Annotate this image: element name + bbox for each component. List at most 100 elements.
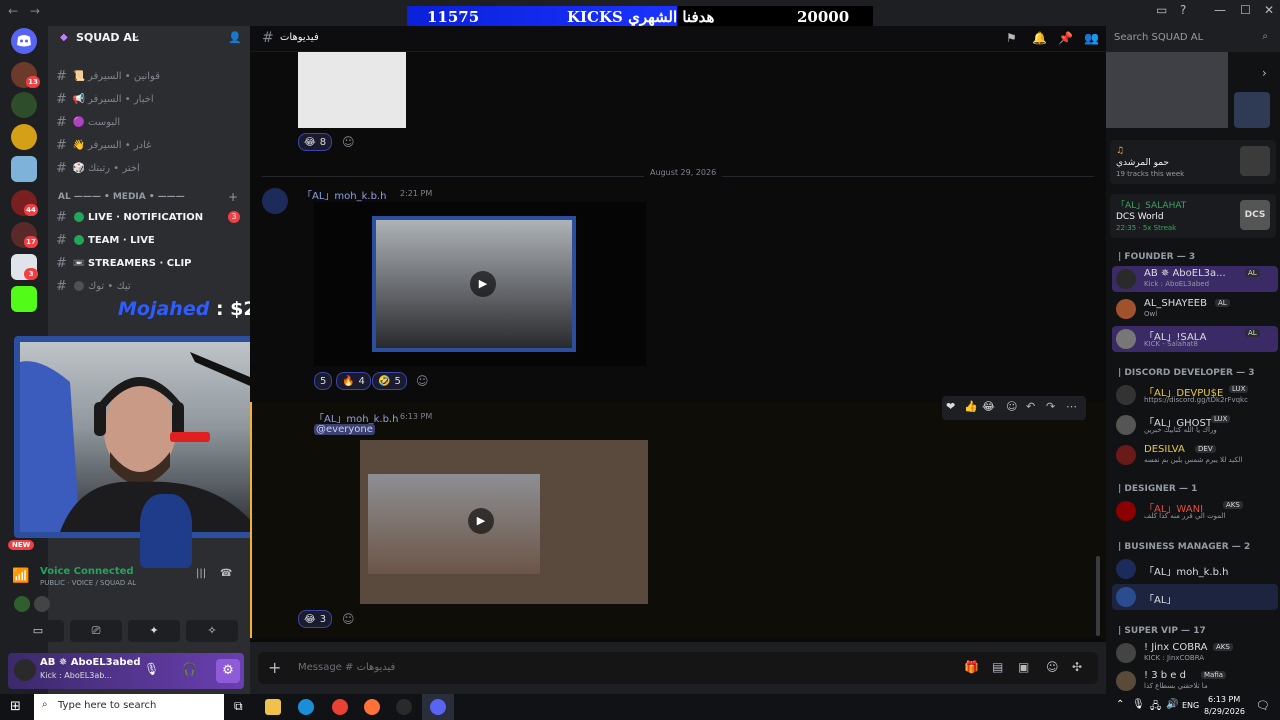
member-item[interactable]: DESILVA DEV الكيد للا يبرم شمس يلين بم نفس…	[1112, 442, 1278, 468]
server-icon[interactable]	[11, 124, 37, 150]
soundboard-button[interactable]: ✧	[186, 620, 238, 642]
channel-item[interactable]: # 🎲 اختر • رتبتك	[56, 158, 246, 178]
emoji-icon[interactable]: ☺	[1046, 660, 1059, 674]
reply-icon[interactable]: ↶	[1026, 400, 1035, 413]
add-channel-icon[interactable]: +	[228, 190, 238, 204]
threads-icon[interactable]: ⚑	[1006, 31, 1017, 45]
forward-icon[interactable]: →	[30, 4, 40, 18]
laugh-reaction-icon[interactable]: 😂	[982, 400, 995, 413]
channel-item[interactable]: # 👋 غادر • السيرفر	[56, 135, 246, 155]
task-view-icon[interactable]: ⧉	[234, 699, 243, 714]
add-reaction-icon[interactable]: ☺	[342, 135, 355, 149]
maximize-icon[interactable]: ☐	[1240, 3, 1251, 17]
message-author[interactable]: 「AL」moh_k.b.h	[302, 187, 386, 202]
headphones-icon[interactable]: 🎧	[182, 662, 197, 676]
thumbs-up-reaction-icon[interactable]: 👍	[964, 400, 978, 413]
clock-date[interactable]: 8/29/2026	[1204, 707, 1245, 716]
member-item[interactable]: 「AL」DEVPU$E LUX https://discord.gg/tDk2rFv…	[1112, 382, 1278, 408]
voice-user-avatar[interactable]	[34, 596, 50, 612]
member-item[interactable]: 「AL」!SALA AL KICK - Salahat8	[1112, 326, 1278, 352]
activities-button[interactable]: ✦	[128, 620, 180, 642]
help-icon[interactable]: ?	[1180, 3, 1186, 17]
notification-bell-icon[interactable]: 🔔	[1032, 31, 1047, 45]
member-item[interactable]: AB ✵ AboEL3a... AL Kick : AboEL3abed	[1112, 266, 1278, 292]
volume-icon[interactable]: 🔊	[1166, 699, 1178, 710]
channel-item[interactable]: # TEAM · LIVE	[56, 230, 246, 250]
more-options-icon[interactable]: ⋯	[1066, 400, 1077, 413]
settings-gear-icon[interactable]: ⚙	[216, 659, 240, 683]
gift-icon[interactable]: 🎁	[964, 660, 979, 674]
disconnect-icon[interactable]: ☎	[220, 568, 232, 579]
role-header[interactable]: | BUSINESS MANAGER — 2	[1118, 542, 1250, 552]
everyone-mention[interactable]: @everyone	[314, 424, 375, 435]
pin-icon[interactable]: 📌	[1058, 31, 1073, 45]
search-input[interactable]: Search SQUAD AL ⌕	[1110, 29, 1274, 47]
forward-icon[interactable]: ↷	[1046, 400, 1055, 413]
add-reaction-icon[interactable]: ☺	[416, 374, 429, 388]
user-name[interactable]: AB ✵ AboEL3abed	[40, 657, 140, 668]
add-reaction-icon[interactable]: ☺	[1006, 400, 1017, 413]
tray-chevron-icon[interactable]: ⌃	[1116, 699, 1124, 710]
camera-off-button[interactable]: ▭	[12, 620, 64, 642]
heart-reaction-icon[interactable]: ❤	[946, 400, 955, 413]
channel-item[interactable]: # 📢 اخبار • السيرفر	[56, 89, 246, 109]
firefox-icon[interactable]	[364, 699, 380, 715]
chevron-right-icon[interactable]: ›	[1262, 66, 1267, 80]
discord-home-icon[interactable]	[11, 28, 37, 54]
reaction-chip[interactable]: 🤣 5	[372, 372, 407, 390]
apps-icon[interactable]: ✣	[1072, 660, 1082, 674]
gif-icon[interactable]: ▤	[992, 660, 1003, 674]
discord-taskbar-button[interactable]	[422, 694, 454, 720]
role-header[interactable]: | FOUNDER — 3	[1118, 252, 1195, 262]
member-item[interactable]: 「AL」WANI AKS الموت الي قرر منه كذا كلف	[1112, 498, 1278, 524]
edge-icon[interactable]	[298, 699, 314, 715]
obs-icon[interactable]	[396, 699, 412, 715]
file-explorer-icon[interactable]	[265, 699, 281, 715]
author-avatar[interactable]	[262, 188, 288, 214]
clock-time[interactable]: 6:13 PM	[1208, 695, 1240, 704]
role-header[interactable]: | DESIGNER — 1	[1118, 484, 1197, 494]
sticker-icon[interactable]: ▣	[1018, 660, 1029, 674]
server-header[interactable]: ◆ SQUAD AL ⌄ 👤	[48, 26, 250, 50]
screen-share-button[interactable]: ⎚	[70, 620, 122, 642]
media-category[interactable]: AL ——— • MEDIA • ———	[58, 192, 185, 202]
channel-item[interactable]: # 📜 قوانين • السيرفر	[56, 66, 246, 86]
add-member-icon[interactable]: 👤	[228, 31, 242, 44]
language-indicator[interactable]: ENG	[1182, 701, 1199, 710]
activity-card[interactable]: 「AL」SALAHAT DCS World 22:35 · 5x Streak …	[1110, 194, 1276, 238]
role-header[interactable]: | SUPER VIP — 17	[1118, 626, 1206, 636]
back-icon[interactable]: ←	[8, 4, 18, 18]
chrome-icon[interactable]	[332, 699, 348, 715]
server-icon[interactable]	[11, 92, 37, 118]
kick-server-icon[interactable]	[11, 286, 37, 312]
taskbar-search-input[interactable]: ⌕ Type here to search	[34, 694, 224, 720]
minimize-icon[interactable]: —	[1214, 3, 1226, 17]
member-item[interactable]: 「AL」	[1112, 584, 1278, 610]
server-icon[interactable]	[11, 156, 37, 182]
microphone-tray-icon[interactable]: 🎙	[1132, 699, 1145, 710]
member-list-icon[interactable]: 👥	[1084, 31, 1099, 45]
role-header[interactable]: | DISCORD DEVELOPER — 3	[1118, 368, 1255, 378]
channel-item[interactable]: # LIVE · NOTIFICATION 3	[56, 207, 246, 227]
image-attachment[interactable]	[298, 52, 406, 128]
member-item[interactable]: ! 3 b e d Mafia ما تلاحقني بسطاع كذا	[1112, 668, 1278, 694]
reaction-chip[interactable]: 🔥 4	[336, 372, 371, 390]
video-attachment[interactable]: ▶	[314, 202, 646, 366]
stream-preview[interactable]	[1106, 52, 1228, 128]
inbox-icon[interactable]: ▭	[1156, 3, 1167, 17]
activity-card[interactable]: ♫ حمو المرشدي 19 tracks this week	[1110, 140, 1276, 184]
play-icon[interactable]: ▶	[470, 271, 496, 297]
notification-center-icon[interactable]: 🗨	[1256, 699, 1270, 712]
windows-start-icon[interactable]: ⊞	[10, 699, 21, 714]
add-reaction-icon[interactable]: ☺	[342, 612, 355, 626]
voice-user-avatar[interactable]	[14, 596, 30, 612]
close-icon[interactable]: ✕	[1264, 3, 1274, 17]
member-item[interactable]: ! Jinx COBRA AKS KICK : JinxCOBRA	[1112, 640, 1278, 666]
channel-item[interactable]: # 🟣 البوست	[56, 112, 246, 132]
channel-item[interactable]: # 📼 STREAMERS · CLIP	[56, 253, 246, 273]
channel-item[interactable]: # تيك • توك	[56, 276, 246, 296]
noise-suppression-icon[interactable]: |||	[196, 568, 206, 579]
attach-plus-icon[interactable]: +	[268, 658, 281, 677]
message-input[interactable]: Message # فيديوهات	[298, 662, 395, 673]
member-item[interactable]: 「AL」moh_k.b.h	[1112, 556, 1278, 582]
